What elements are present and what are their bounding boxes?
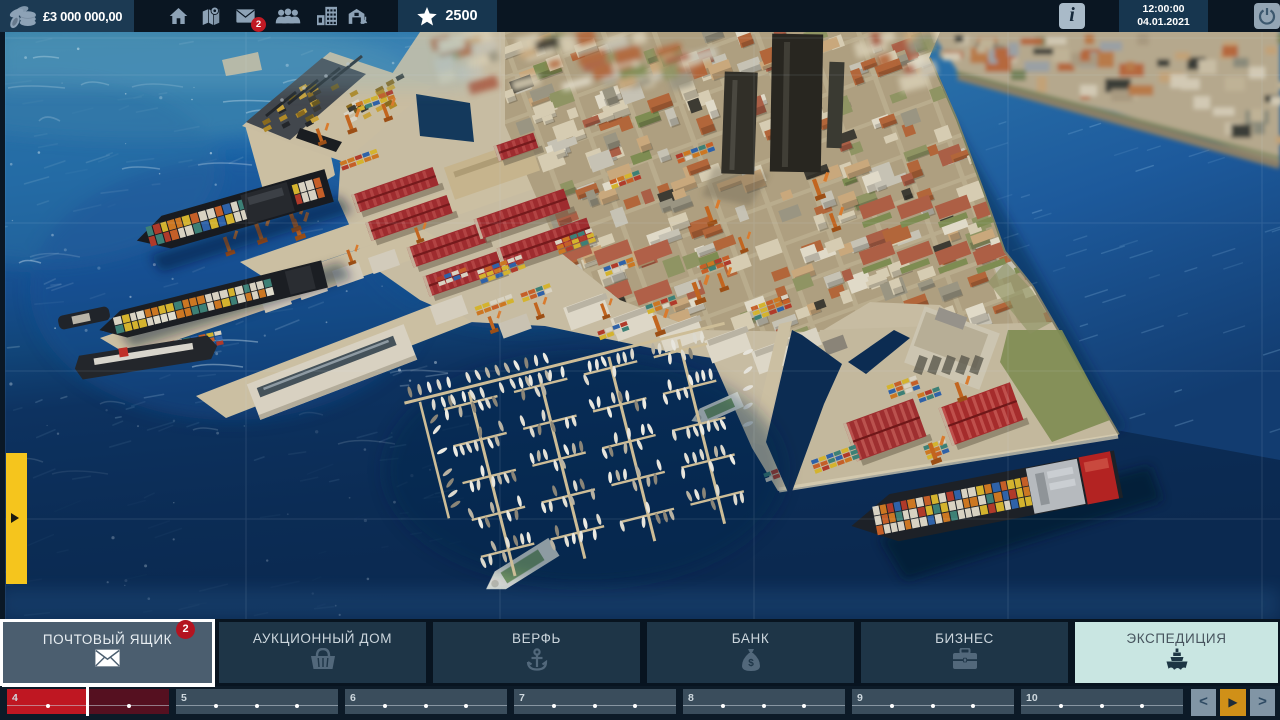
svg-text:$: $ — [748, 658, 754, 669]
